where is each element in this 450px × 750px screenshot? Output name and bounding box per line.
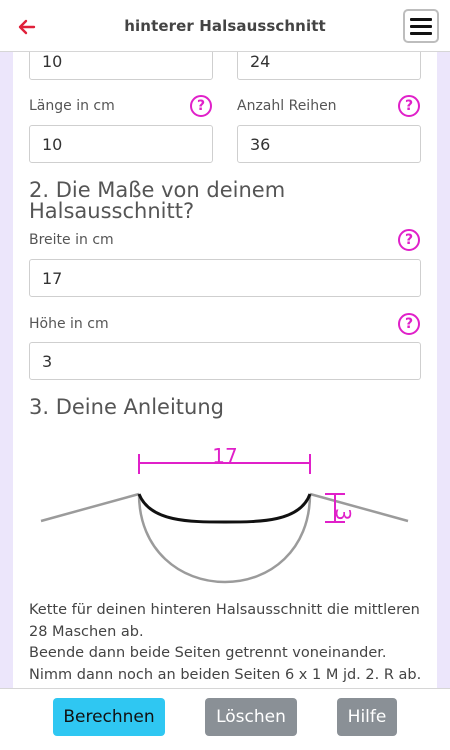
section-title-masse: 2. Die Maße von deinem Halsausschnitt? bbox=[29, 178, 286, 223]
hoehe-label: Höhe in cm bbox=[29, 316, 109, 332]
full-circle-outline bbox=[137, 493, 312, 584]
width-dimension-label: 17 bbox=[212, 444, 237, 468]
instruction-line: Nimm dann noch an beiden Seiten 6 x 1 M … bbox=[29, 666, 422, 683]
help-icon[interactable]: ? bbox=[398, 313, 420, 335]
hoehe-input[interactable]: 3 bbox=[29, 342, 421, 380]
arrow-left-icon[interactable] bbox=[16, 16, 38, 38]
bottom-action-bar: Berechnen Löschen Hilfe bbox=[0, 688, 450, 750]
calculate-button[interactable]: Berechnen bbox=[53, 698, 165, 736]
anzahl-reihen-input[interactable]: 36 bbox=[237, 125, 421, 163]
instruction-line: Kette für deinen hinteren Halsausschnitt… bbox=[29, 602, 420, 640]
left-shoulder-line bbox=[40, 492, 140, 523]
right-shoulder-line bbox=[309, 492, 409, 523]
app-header: hinterer Halsausschnitt bbox=[0, 0, 450, 52]
breite-label: Breite in cm bbox=[29, 232, 114, 248]
hamburger-menu-icon[interactable] bbox=[403, 9, 439, 43]
reihen-label: Anzahl Reihen bbox=[237, 98, 337, 114]
help-icon[interactable]: ? bbox=[398, 95, 420, 117]
help-button[interactable]: Hilfe bbox=[337, 698, 397, 736]
laenge-label: Länge in cm bbox=[29, 98, 115, 114]
laenge-input[interactable]: 10 bbox=[29, 125, 213, 163]
help-icon[interactable]: ? bbox=[190, 95, 212, 117]
section-title-anleitung: 3. Deine Anleitung bbox=[29, 395, 224, 419]
page-title: hinterer Halsausschnitt bbox=[124, 16, 326, 35]
height-dimension-label: 3 bbox=[331, 508, 355, 521]
instruction-line: Beende dann beide Seiten getrennt vonein… bbox=[29, 645, 387, 661]
clear-button[interactable]: Löschen bbox=[205, 698, 297, 736]
instructions-text: Kette für deinen hinteren Halsausschnitt… bbox=[29, 600, 424, 686]
breite-input[interactable]: 17 bbox=[29, 259, 421, 297]
neckline-curve bbox=[137, 493, 312, 524]
neckline-diagram: 17 3 bbox=[40, 444, 409, 584]
help-icon[interactable]: ? bbox=[398, 229, 420, 251]
